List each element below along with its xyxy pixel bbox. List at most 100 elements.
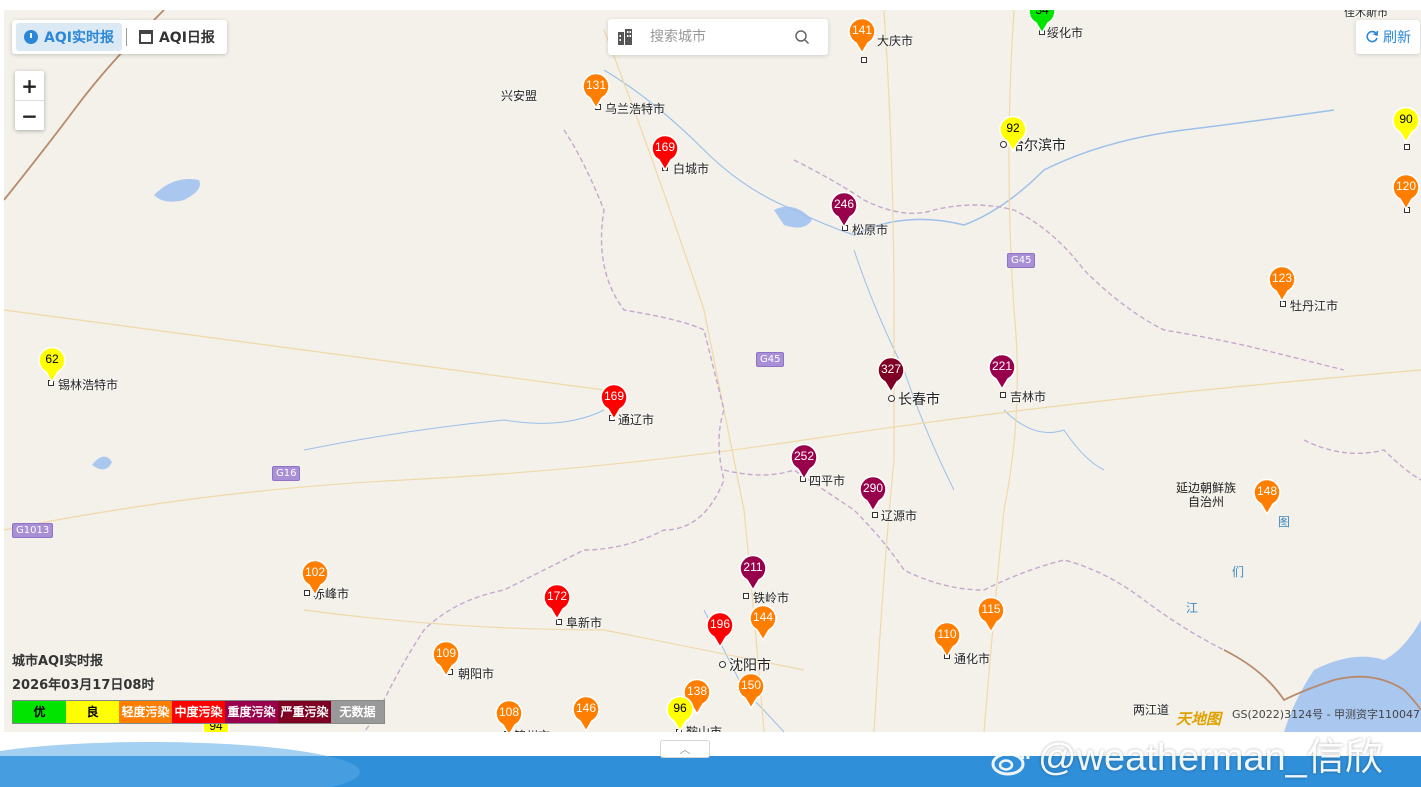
river — [1003, 409, 1105, 471]
top-strip — [0, 0, 1421, 10]
aqi-marker[interactable]: 169 — [650, 135, 680, 171]
aqi-marker[interactable]: 252 — [789, 444, 819, 480]
aqi-value: 123 — [1271, 271, 1293, 285]
lake — [92, 456, 112, 470]
aqi-value: 120 — [1395, 179, 1417, 193]
city-label: 朝阳市 — [458, 667, 495, 681]
aqi-marker[interactable]: 146 — [571, 696, 601, 732]
calendar-icon — [138, 30, 153, 44]
legend-level: 良 — [66, 701, 119, 723]
refresh-label: 刷新 — [1383, 30, 1411, 46]
legend-level: 重度污染 — [225, 701, 278, 723]
aqi-value: 62 — [45, 352, 59, 366]
city-label: 铁岭市 — [753, 591, 790, 605]
tab-aqi-realtime[interactable]: AQI实时报 — [16, 23, 122, 51]
aqi-marker[interactable]: 221 — [987, 354, 1017, 390]
aqi-value: 211 — [743, 560, 763, 574]
aqi-value: 141 — [851, 23, 873, 37]
aqi-marker[interactable]: 246 — [829, 192, 859, 228]
aqi-value: 34 — [1035, 10, 1049, 17]
map-canvas[interactable]: G45 G45 G16 G1013 兴安盟 延边朝鲜族 自治州 两江道 图们江 佳木斯市 大庆市 14… — [4, 10, 1421, 732]
aqi-value: 169 — [654, 140, 676, 154]
aqi-marker[interactable]: 109 — [431, 641, 461, 677]
aqi-marker[interactable]: 92 — [998, 116, 1028, 152]
aqi-marker[interactable]: 148 — [1252, 479, 1282, 515]
city-label: 牡丹江市 — [1290, 299, 1339, 313]
aqi-value: 115 — [981, 602, 1001, 616]
refresh-icon — [1366, 30, 1379, 43]
aqi-marker[interactable]: 62 — [37, 347, 67, 383]
aqi-marker[interactable]: 96 — [665, 696, 695, 732]
aqi-marker[interactable]: 169 — [599, 384, 629, 420]
city-label: 吉林市 — [1010, 390, 1047, 404]
province-borders — [363, 129, 1421, 732]
aqi-value: 110 — [937, 627, 957, 641]
aqi-marker[interactable]: 34 — [1027, 10, 1057, 34]
legend-level: 严重污染 — [278, 701, 331, 723]
legend-level: 轻度污染 — [119, 701, 172, 723]
city-dot — [743, 593, 749, 599]
zoom-in-button[interactable]: + — [15, 71, 44, 100]
tab-aqi-realtime-label: AQI实时报 — [44, 30, 114, 46]
tab-aqi-daily[interactable]: AQI日报 — [131, 23, 223, 51]
aqi-marker[interactable]: 120 — [1391, 174, 1421, 210]
tab-aqi-daily-label: AQI日报 — [158, 30, 215, 46]
region-label: 们 — [1232, 565, 1245, 579]
zoom-out-button[interactable]: − — [15, 100, 44, 130]
legend-scale: 优良轻度污染 中度污染 重度污染 严重污染 无数据 — [12, 700, 385, 724]
aqi-marker[interactable]: 211 — [738, 555, 768, 591]
aqi-marker[interactable]: 290 — [858, 476, 888, 512]
river — [853, 109, 1335, 236]
aqi-value: 92 — [1006, 121, 1020, 135]
aqi-value: 221 — [991, 359, 1013, 373]
aqi-value: 102 — [304, 565, 326, 579]
chevron-up-icon: ︿ — [679, 743, 691, 756]
aqi-marker[interactable]: 123 — [1267, 266, 1297, 302]
aqi-marker[interactable]: 196 — [705, 612, 735, 648]
refresh-button[interactable]: 刷新 — [1356, 20, 1420, 54]
city-dot — [719, 661, 726, 668]
aqi-marker[interactable]: 115 — [976, 597, 1006, 633]
search-input[interactable] — [648, 28, 782, 46]
building-icon — [618, 29, 632, 45]
aqi-value: 150 — [740, 678, 762, 692]
map-attribution: GS(2022)3124号 - 甲测资字110047 — [1232, 708, 1421, 721]
city-label: 佳木斯市 — [1344, 10, 1388, 19]
city-label: 锡林浩特市 — [58, 378, 119, 392]
clock-icon — [24, 30, 38, 44]
aqi-value: 108 — [498, 705, 520, 719]
highway-shield: G1013 — [12, 523, 54, 538]
aqi-marker[interactable]: 141 — [847, 18, 877, 54]
aqi-marker[interactable]: 90 — [1391, 107, 1421, 143]
aqi-marker[interactable]: 108 — [494, 700, 524, 732]
aqi-value: 252 — [793, 449, 815, 463]
aqi-value: 148 — [1256, 484, 1278, 498]
aqi-value: 196 — [709, 617, 731, 631]
search-icon[interactable] — [794, 29, 810, 45]
aqi-marker[interactable]: 150 — [736, 673, 766, 709]
city-dot — [861, 57, 867, 63]
aqi-value: 131 — [585, 78, 607, 92]
aqi-marker[interactable]: 172 — [542, 584, 572, 620]
legend-timestamp: 2026年03月17日08时 — [12, 678, 155, 693]
divider — [125, 28, 127, 46]
aqi-value: 327 — [880, 362, 902, 376]
legend-level: 优 — [13, 701, 66, 723]
region-label: 两江道 — [1133, 703, 1170, 717]
zoom-control: + − — [15, 71, 44, 130]
aqi-marker[interactable]: 110 — [932, 622, 962, 658]
aqi-marker[interactable]: 102 — [300, 560, 330, 596]
city-label: 乌兰浩特市 — [605, 102, 666, 116]
legend-title: 城市AQI实时报 — [12, 654, 103, 669]
weibo-watermark: @weatherman_信欣 — [990, 726, 1383, 781]
city-dot — [1000, 392, 1006, 398]
region-label: 延边朝鲜族 自治州 — [1176, 481, 1237, 509]
river — [603, 69, 855, 236]
aqi-marker[interactable]: 327 — [876, 357, 906, 393]
collapse-toggle[interactable]: ︿ — [660, 740, 710, 758]
aqi-marker[interactable]: 131 — [581, 73, 611, 109]
city-dot — [888, 395, 895, 402]
aqi-marker[interactable]: 144 — [748, 605, 778, 641]
aqi-value: 146 — [575, 701, 597, 715]
city-label: 大庆市 — [877, 34, 914, 48]
